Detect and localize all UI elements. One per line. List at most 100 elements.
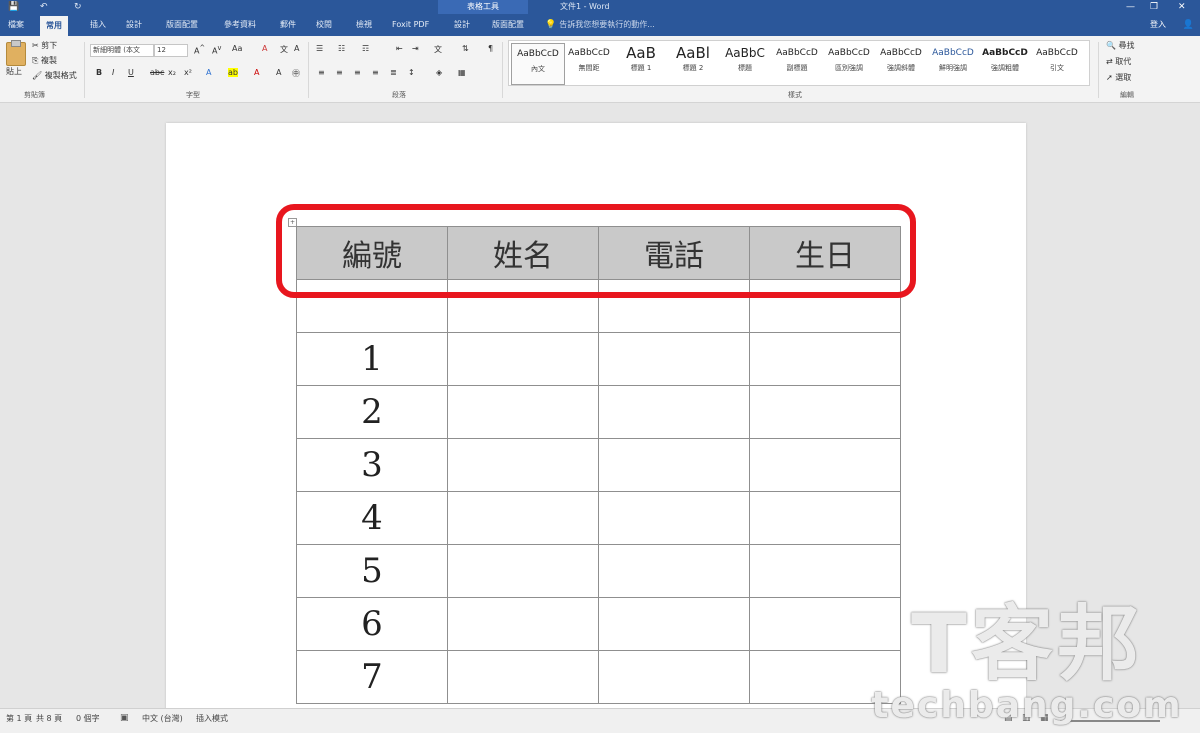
tab-table-layout[interactable]: 版面配置 <box>486 14 530 36</box>
insert-mode-indicator[interactable]: 插入模式 <box>196 713 228 724</box>
multilevel-list-icon[interactable]: ☶ <box>362 44 369 53</box>
paste-button-label[interactable]: 貼上 <box>6 66 22 77</box>
style-heading-1[interactable]: AaB 標題 1 <box>615 43 667 83</box>
number-cell[interactable]: 6 <box>296 597 448 651</box>
table-cell[interactable] <box>749 332 901 386</box>
select-button[interactable]: ➚ 選取 <box>1106 72 1131 83</box>
align-left-icon[interactable]: ≡ <box>318 68 325 77</box>
tab-mailings[interactable]: 郵件 <box>274 14 302 36</box>
style-emphasis[interactable]: AaBbCcD 強調斜體 <box>875 43 927 83</box>
proofing-icon[interactable]: ▣ <box>120 713 129 723</box>
show-marks-icon[interactable]: ¶ <box>488 44 493 53</box>
number-cell[interactable]: 4 <box>296 491 448 545</box>
justify-icon[interactable]: ≡ <box>372 68 379 77</box>
tab-insert[interactable]: 插入 <box>84 14 112 36</box>
chinese-layout-icon[interactable]: 文 <box>434 44 442 55</box>
tab-home[interactable]: 常用 <box>40 16 68 36</box>
number-cell[interactable]: 7 <box>296 650 448 704</box>
table-cell[interactable] <box>749 385 901 439</box>
word-count[interactable]: 0 個字 <box>76 713 100 724</box>
table-row[interactable]: 7 <box>296 650 901 704</box>
table-cell[interactable] <box>598 650 750 704</box>
language-indicator[interactable]: 中文 (台灣) <box>142 713 183 724</box>
undo-icon[interactable]: ↶ <box>40 0 48 14</box>
text-effects-icon[interactable]: A <box>206 68 211 77</box>
table-cell[interactable] <box>598 544 750 598</box>
style-strong[interactable]: AaBbCcD 強調粗體 <box>979 43 1031 83</box>
tab-file[interactable]: 檔案 <box>2 14 30 36</box>
font-color-icon[interactable]: A <box>254 68 259 77</box>
tab-view[interactable]: 檢視 <box>350 14 378 36</box>
tab-review[interactable]: 校閱 <box>310 14 338 36</box>
format-painter-button[interactable]: 🖌 複製格式 <box>32 70 77 81</box>
read-mode-icon[interactable]: ▤ <box>1004 713 1013 723</box>
number-cell[interactable]: 3 <box>296 438 448 492</box>
char-shading-icon[interactable]: A <box>276 68 281 77</box>
number-cell[interactable]: 2 <box>296 385 448 439</box>
tab-references[interactable]: 參考資料 <box>218 14 262 36</box>
number-cell[interactable]: 5 <box>296 544 448 598</box>
shrink-font-icon[interactable]: Av <box>212 44 221 56</box>
phonetic-guide-icon[interactable]: 文 <box>280 44 288 55</box>
align-center-icon[interactable]: ≡ <box>336 68 343 77</box>
style-normal[interactable]: AaBbCcD 內文 <box>511 43 565 85</box>
page-indicator[interactable]: 第 1 頁 <box>6 713 32 724</box>
clear-format-icon[interactable]: A <box>262 44 267 53</box>
bold-button[interactable]: B <box>96 68 102 77</box>
table-cell[interactable] <box>749 597 901 651</box>
zoom-slider[interactable] <box>1060 720 1160 722</box>
strikethrough-button[interactable]: abc <box>150 68 164 77</box>
table-cell[interactable] <box>447 650 599 704</box>
highlight-icon[interactable]: ab <box>228 68 238 77</box>
restore-button[interactable]: ❐ <box>1150 0 1158 14</box>
cut-button[interactable]: ✂ 剪下 <box>32 40 57 51</box>
decrease-indent-icon[interactable]: ⇤ <box>396 44 403 53</box>
table-row[interactable]: 1 <box>296 332 901 386</box>
numbering-icon[interactable]: ☷ <box>338 44 345 53</box>
tab-design[interactable]: 設計 <box>120 14 148 36</box>
minimize-button[interactable]: — <box>1126 0 1135 14</box>
find-button[interactable]: 🔍 尋找 <box>1106 40 1135 51</box>
shading-icon[interactable]: ◈ <box>436 68 442 77</box>
style-intense-emphasis[interactable]: AaBbCcD 鮮明強調 <box>927 43 979 83</box>
style-subtitle[interactable]: AaBbCcD 副標題 <box>771 43 823 83</box>
tab-table-design[interactable]: 設計 <box>448 14 476 36</box>
table-cell[interactable] <box>749 491 901 545</box>
italic-button[interactable]: I <box>112 68 114 77</box>
copy-button[interactable]: ⎘ 複製 <box>32 55 57 66</box>
save-icon[interactable]: 💾 <box>8 0 19 14</box>
distributed-icon[interactable]: ≣ <box>390 68 397 77</box>
char-border-icon[interactable]: A <box>294 44 299 53</box>
table-cell[interactable] <box>447 544 599 598</box>
table-cell[interactable] <box>749 438 901 492</box>
sign-in-link[interactable]: 登入 <box>1150 14 1166 36</box>
number-cell[interactable]: 1 <box>296 332 448 386</box>
print-layout-icon[interactable]: ▥ <box>1022 713 1031 723</box>
superscript-button[interactable]: x² <box>184 68 192 77</box>
enclose-char-icon[interactable]: ㊥ <box>292 68 300 79</box>
increase-indent-icon[interactable]: ⇥ <box>412 44 419 53</box>
tell-me-search[interactable]: 💡 告訴我您想要執行的動作... <box>545 14 655 36</box>
underline-button[interactable]: U <box>128 68 134 77</box>
grow-font-icon[interactable]: A^ <box>194 44 205 56</box>
share-icon[interactable]: 👤 <box>1183 14 1194 36</box>
web-layout-icon[interactable]: ▦ <box>1040 713 1049 723</box>
align-right-icon[interactable]: ≡ <box>354 68 361 77</box>
font-name-select[interactable]: 新細明體 (本文 <box>90 44 154 57</box>
table-cell[interactable] <box>598 332 750 386</box>
tab-layout[interactable]: 版面配置 <box>160 14 204 36</box>
redo-icon[interactable]: ↻ <box>74 0 82 14</box>
table-cell[interactable] <box>749 544 901 598</box>
close-button[interactable]: ✕ <box>1178 0 1186 14</box>
document-area[interactable]: + 編號 姓名 電話 生日 0 1 2 3 <box>0 103 1200 723</box>
line-spacing-icon[interactable]: ↕ <box>408 68 415 77</box>
borders-icon[interactable]: ▦ <box>458 68 466 77</box>
bullets-icon[interactable]: ☰ <box>316 44 323 53</box>
table-cell[interactable] <box>447 438 599 492</box>
table-row[interactable]: 5 <box>296 544 901 598</box>
table-row[interactable]: 4 <box>296 491 901 545</box>
font-size-select[interactable]: 12 <box>154 44 188 57</box>
table-row[interactable]: 2 <box>296 385 901 439</box>
change-case-icon[interactable]: Aa <box>232 44 242 53</box>
table-cell[interactable] <box>447 491 599 545</box>
